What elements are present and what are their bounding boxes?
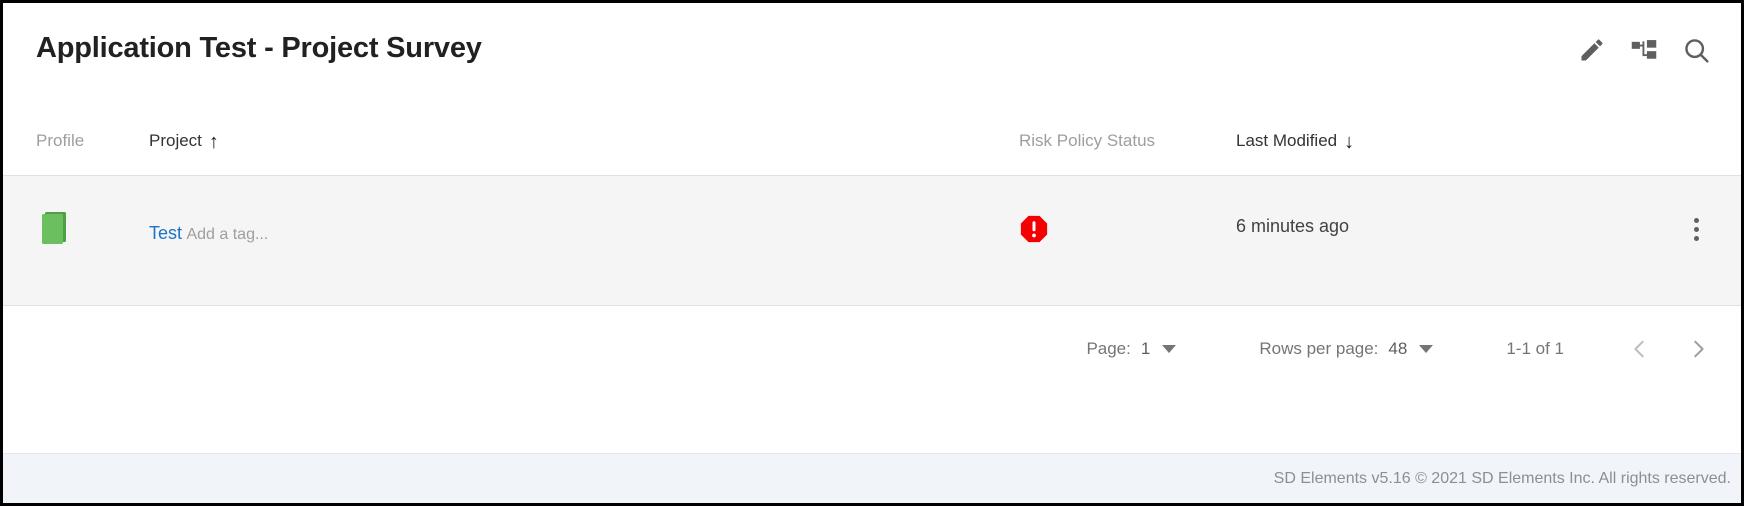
footer-copyright: SD Elements v5.16 © 2021 SD Elements Inc… — [1273, 469, 1731, 487]
page-label: Page: — [1086, 339, 1131, 358]
sort-descending-icon: ↓ — [1344, 131, 1355, 153]
kebab-dot — [1693, 217, 1699, 223]
cell-profile — [36, 202, 149, 254]
column-header-risk-policy-status[interactable]: Risk Policy Status — [1019, 131, 1236, 151]
sort-ascending-icon: ↑ — [208, 131, 219, 153]
search-icon[interactable] — [1681, 35, 1711, 65]
edit-icon[interactable] — [1577, 35, 1607, 65]
kebab-dot — [1693, 226, 1699, 232]
projects-table: Profile Project ↑ Risk Policy Status Las… — [3, 107, 1741, 453]
stacked-books-icon[interactable] — [36, 206, 76, 254]
add-tag-input[interactable]: Add a tag... — [186, 226, 268, 244]
column-header-modified-label: Last Modified — [1236, 131, 1338, 150]
kebab-dot — [1693, 235, 1699, 241]
cell-actions — [1516, 202, 1741, 244]
header-actions — [1577, 33, 1711, 65]
page-title: Application Test - Project Survey — [36, 32, 482, 64]
rows-per-page-value: 48 — [1388, 339, 1408, 358]
column-header-project-label: Project — [149, 131, 202, 150]
pagination-nav — [1627, 336, 1711, 362]
page-selector[interactable]: Page: 1 — [1086, 339, 1177, 359]
pagination-bar: Page: 1 Rows per page: 48 1-1 of 1 — [3, 306, 1741, 392]
chevron-left-icon[interactable] — [1627, 336, 1653, 362]
rows-per-page-selector[interactable]: Rows per page: 48 — [1259, 339, 1434, 359]
pagination-range: 1-1 of 1 — [1506, 339, 1564, 358]
cell-risk-policy-status — [1019, 202, 1236, 249]
column-header-profile[interactable]: Profile — [36, 131, 149, 151]
page-footer: SD Elements v5.16 © 2021 SD Elements Inc… — [3, 453, 1741, 503]
chevron-right-icon[interactable] — [1685, 336, 1711, 362]
chevron-down-icon[interactable] — [1419, 345, 1434, 353]
page-header: Application Test - Project Survey — [3, 3, 1741, 107]
table-header-row: Profile Project ↑ Risk Policy Status Las… — [3, 107, 1741, 175]
hierarchy-icon[interactable] — [1629, 35, 1659, 65]
app-window: Application Test - Project Survey Profil… — [0, 0, 1744, 506]
column-header-project[interactable]: Project ↑ — [149, 131, 1019, 153]
column-header-profile-label: Profile — [36, 131, 85, 150]
rows-per-page-label: Rows per page: — [1259, 339, 1379, 358]
column-header-last-modified[interactable]: Last Modified ↓ — [1236, 131, 1516, 153]
chevron-down-icon[interactable] — [1162, 345, 1177, 353]
last-modified-value: 6 minutes ago — [1236, 216, 1350, 236]
cell-project: Test Add a tag... — [149, 202, 1019, 244]
kebab-menu-icon[interactable] — [1684, 214, 1708, 244]
column-header-risk-label: Risk Policy Status — [1019, 131, 1156, 150]
page-value: 1 — [1140, 339, 1151, 358]
table-row[interactable]: Test Add a tag... 6 minutes ago — [3, 175, 1741, 306]
cell-last-modified: 6 minutes ago — [1236, 202, 1516, 237]
risk-status-error-icon[interactable] — [1019, 214, 1049, 249]
project-link[interactable]: Test — [149, 210, 182, 244]
